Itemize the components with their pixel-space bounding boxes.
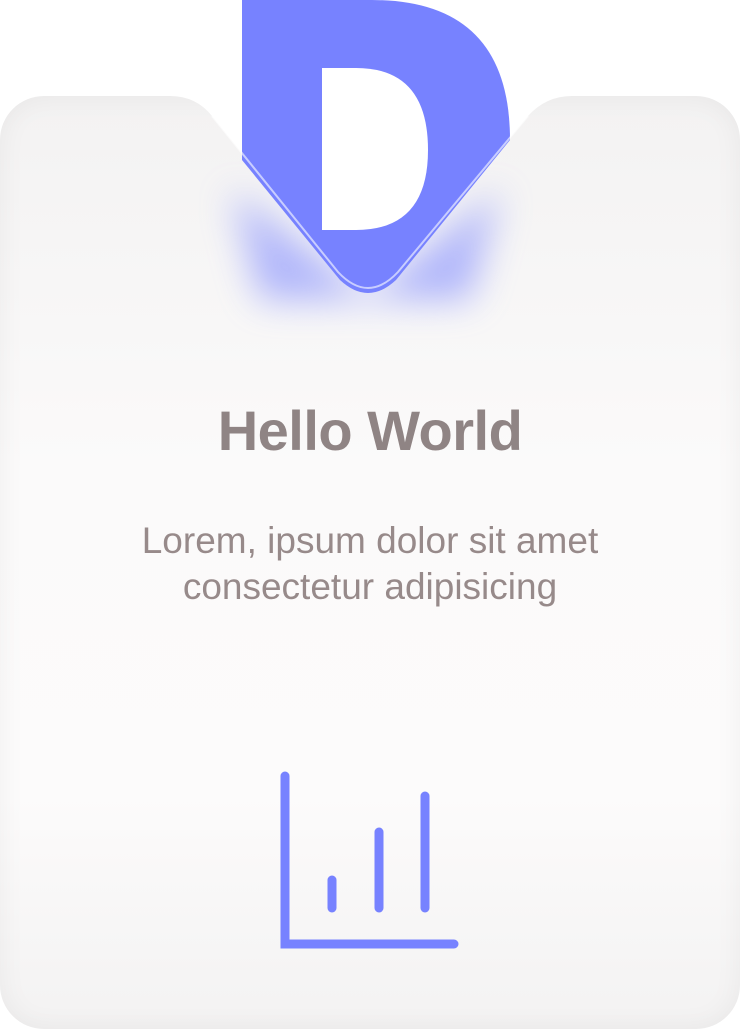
- card-title: Hello World: [217, 399, 523, 462]
- card-description: Lorem, ipsum dolor sit amet consectetur …: [141, 520, 599, 607]
- bar-chart-icon: [280, 771, 459, 949]
